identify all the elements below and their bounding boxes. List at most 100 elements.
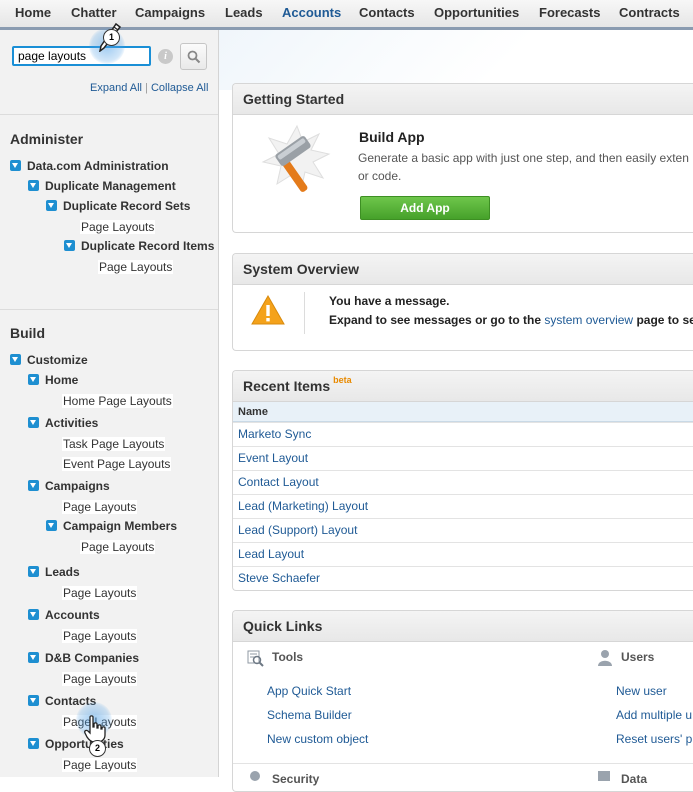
tree-label: Leads <box>45 565 80 579</box>
tree-duplicate-management[interactable]: Duplicate Management <box>28 179 176 193</box>
main-header-background <box>219 30 693 90</box>
build-app-title: Build App <box>359 129 425 145</box>
tree-leads-page-layouts[interactable]: Page Layouts <box>62 586 138 600</box>
expand-collapse-links: Expand All | Collapse All <box>90 82 208 94</box>
recent-items-title: Recent Items <box>243 378 331 394</box>
tab-contacts[interactable]: Contacts <box>359 5 415 20</box>
tree-customize[interactable]: Customize <box>10 353 88 367</box>
tree-duplicate-record-items[interactable]: Duplicate Record Items <box>64 239 214 253</box>
tools-heading: Tools <box>272 650 304 664</box>
tree-campaign-members-page-layouts[interactable]: Page Layouts <box>80 540 156 554</box>
tree-event-page-layouts[interactable]: Event Page Layouts <box>62 457 172 471</box>
tree-datacom-administration[interactable]: Data.com Administration <box>10 159 169 173</box>
new-custom-object-link[interactable]: New custom object <box>267 732 368 746</box>
sidebar-divider <box>0 309 218 310</box>
warning-icon <box>251 295 285 325</box>
reset-users-password-link[interactable]: Reset users' p <box>616 732 692 746</box>
tree-campaigns[interactable]: Campaigns <box>28 479 110 493</box>
recent-items-header: Recent Items beta <box>233 371 693 402</box>
tools-icon <box>247 650 264 667</box>
tree-home-page-layouts[interactable]: Home Page Layouts <box>62 394 173 408</box>
message-divider <box>304 292 305 334</box>
recent-item-row[interactable]: Contact Layout <box>233 470 693 493</box>
data-heading: Data <box>621 772 648 786</box>
column-header-name[interactable]: Name <box>233 402 693 422</box>
step-1-badge: 1 <box>103 29 120 46</box>
expand-toggle-icon[interactable] <box>28 609 39 620</box>
recent-item-row[interactable]: Lead Layout <box>233 542 693 565</box>
tree-campaigns-page-layouts[interactable]: Page Layouts <box>62 500 138 514</box>
recent-items-panel: Recent Items beta Name Marketo Sync Event… <box>232 370 693 591</box>
expand-toggle-icon[interactable] <box>28 652 39 663</box>
expand-toggle-icon[interactable] <box>28 480 39 491</box>
security-icon <box>250 771 260 781</box>
quick-find-input[interactable] <box>12 46 151 66</box>
tree-duplicate-record-sets[interactable]: Duplicate Record Sets <box>46 199 190 213</box>
tree-accounts-page-layouts[interactable]: Page Layouts <box>62 629 138 643</box>
add-multiple-users-link[interactable]: Add multiple u <box>616 708 692 722</box>
recent-item-row[interactable]: Event Layout <box>233 446 693 469</box>
tree-activities[interactable]: Activities <box>28 416 98 430</box>
tab-forecasts[interactable]: Forecasts <box>539 5 600 20</box>
info-icon[interactable]: i <box>158 49 173 64</box>
tree-dnb-companies[interactable]: D&B Companies <box>28 651 139 665</box>
expand-toggle-icon[interactable] <box>28 417 39 428</box>
system-overview-link[interactable]: system overview <box>544 313 633 327</box>
recent-item-row[interactable]: Steve Schaefer <box>233 566 693 589</box>
sidebar-divider <box>0 114 218 115</box>
tree-opportunities[interactable]: Opportunities <box>28 737 124 751</box>
collapse-all-link[interactable]: Collapse All <box>151 82 208 94</box>
tree-label: Duplicate Management <box>45 179 176 193</box>
tree-label: Accounts <box>45 608 100 622</box>
search-icon <box>187 50 201 64</box>
tree-accounts[interactable]: Accounts <box>28 608 100 622</box>
expand-toggle-icon[interactable] <box>28 738 39 749</box>
quick-links-divider <box>233 763 693 764</box>
expand-toggle-icon[interactable] <box>28 374 39 385</box>
tab-campaigns[interactable]: Campaigns <box>135 5 205 20</box>
tree-dri-page-layouts[interactable]: Page Layouts <box>98 260 174 274</box>
tree-leads[interactable]: Leads <box>28 565 80 579</box>
tree-home[interactable]: Home <box>28 373 78 387</box>
step-2-badge: 2 <box>89 740 106 757</box>
tree-label: D&B Companies <box>45 651 140 665</box>
message-prefix: Expand to see messages or go to the <box>329 313 542 327</box>
schema-builder-link[interactable]: Schema Builder <box>267 708 352 722</box>
app-quick-start-link[interactable]: App Quick Start <box>267 684 351 698</box>
tab-opportunities[interactable]: Opportunities <box>434 5 519 20</box>
expand-toggle-icon[interactable] <box>10 160 21 171</box>
system-overview-title: System Overview <box>233 254 693 285</box>
expand-all-link[interactable]: Expand All <box>90 82 142 94</box>
tree-opportunities-page-layouts[interactable]: Page Layouts <box>62 758 138 772</box>
tree-dnb-page-layouts[interactable]: Page Layouts <box>62 672 138 686</box>
build-app-description-line2: or code. <box>358 169 402 183</box>
expand-toggle-icon[interactable] <box>10 354 21 365</box>
getting-started-title: Getting Started <box>233 84 693 115</box>
recent-item-row[interactable]: Lead (Support) Layout <box>233 518 693 541</box>
expand-toggle-icon[interactable] <box>28 180 39 191</box>
search-button[interactable] <box>180 43 207 70</box>
system-message: You have a message. <box>329 294 450 308</box>
tree-task-page-layouts[interactable]: Task Page Layouts <box>62 437 166 451</box>
setup-sidebar: i Expand All | Collapse All Administer D… <box>0 30 219 777</box>
expand-toggle-icon[interactable] <box>64 240 75 251</box>
expand-toggle-icon[interactable] <box>28 566 39 577</box>
section-administer: Administer <box>10 131 84 147</box>
recent-item-row[interactable]: Marketo Sync <box>233 422 693 445</box>
add-app-button[interactable]: Add App <box>360 196 490 220</box>
data-icon <box>598 771 610 781</box>
new-user-link[interactable]: New user <box>616 684 667 698</box>
expand-toggle-icon[interactable] <box>46 200 57 211</box>
recent-item-row[interactable]: Lead (Marketing) Layout <box>233 494 693 517</box>
tab-home[interactable]: Home <box>15 5 51 20</box>
tab-accounts[interactable]: Accounts <box>282 5 341 20</box>
build-app-description-line1: Generate a basic app with just one step,… <box>358 151 689 165</box>
expand-toggle-icon[interactable] <box>28 695 39 706</box>
tree-campaign-members[interactable]: Campaign Members <box>46 519 177 533</box>
hand-pointer-icon <box>84 715 106 743</box>
tab-leads[interactable]: Leads <box>225 5 263 20</box>
tree-label: Activities <box>45 416 99 430</box>
tree-drs-page-layouts[interactable]: Page Layouts <box>80 220 156 234</box>
expand-toggle-icon[interactable] <box>46 520 57 531</box>
tab-contracts[interactable]: Contracts <box>619 5 680 20</box>
